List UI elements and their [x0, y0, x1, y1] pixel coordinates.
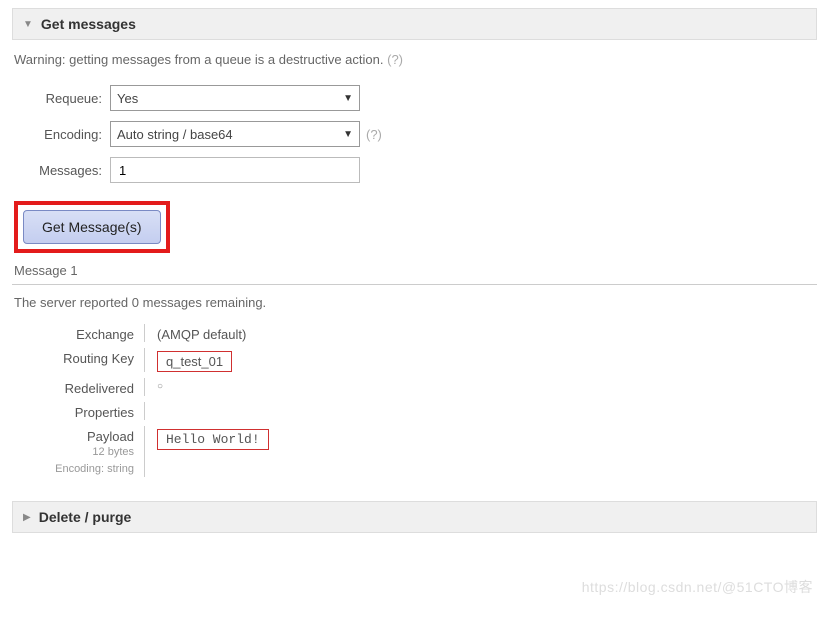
chevron-down-icon: ▼ [23, 19, 33, 30]
properties-row: Properties [34, 402, 817, 420]
highlight-box: q_test_01 [157, 351, 232, 372]
warning-text: Warning: getting messages from a queue i… [14, 52, 817, 67]
highlight-box: Hello World! [157, 429, 269, 450]
payload-size: 12 bytes [34, 444, 144, 461]
messages-row: Messages: [12, 157, 817, 183]
message-header: Message 1 [12, 259, 817, 285]
requeue-value: Yes [117, 91, 138, 106]
requeue-label: Requeue: [12, 91, 110, 106]
chevron-right-icon: ▶ [23, 512, 31, 523]
exchange-value: (AMQP default) [157, 324, 246, 342]
encoding-row: Encoding: Auto string / base64 ▼ (?) [12, 121, 817, 147]
routing-key-label: Routing Key [34, 348, 144, 366]
encoding-select[interactable]: Auto string / base64 ▼ [110, 121, 360, 147]
remaining-text: The server reported 0 messages remaining… [14, 295, 817, 310]
messages-input[interactable] [110, 157, 360, 183]
routing-key-row: Routing Key q_test_01 [34, 348, 817, 372]
payload-encoding: Encoding: string [34, 461, 144, 478]
routing-key-value: q_test_01 [157, 348, 232, 372]
section-title: Delete / purge [39, 509, 132, 525]
delete-purge-section-header[interactable]: ▶ Delete / purge [12, 501, 817, 533]
divider [144, 402, 145, 420]
watermark: https://blog.csdn.net/@51CTO博客 [582, 577, 813, 597]
encoding-value: Auto string / base64 [117, 127, 233, 142]
chevron-down-icon: ▼ [343, 129, 353, 140]
payload-label: Payload [34, 426, 144, 444]
requeue-row: Requeue: Yes ▼ [12, 85, 817, 111]
properties-label: Properties [34, 402, 144, 420]
divider [144, 348, 145, 372]
messages-label: Messages: [12, 163, 110, 178]
divider [144, 426, 145, 477]
exchange-row: Exchange (AMQP default) [34, 324, 817, 342]
redelivered-value: ○ [157, 378, 163, 392]
encoding-label: Encoding: [12, 127, 110, 142]
payload-value: Hello World! [157, 426, 269, 450]
exchange-label: Exchange [34, 324, 144, 342]
message-details: Exchange (AMQP default) Routing Key q_te… [34, 324, 817, 477]
requeue-select[interactable]: Yes ▼ [110, 85, 360, 111]
highlight-box: Get Message(s) [14, 201, 170, 253]
divider [144, 378, 145, 396]
help-icon[interactable]: (?) [366, 127, 382, 142]
help-icon[interactable]: (?) [387, 52, 403, 67]
section-title: Get messages [41, 16, 136, 32]
chevron-down-icon: ▼ [343, 93, 353, 104]
get-messages-section-header[interactable]: ▼ Get messages [12, 8, 817, 40]
warning-message: Warning: getting messages from a queue i… [14, 52, 383, 67]
get-messages-button[interactable]: Get Message(s) [23, 210, 161, 244]
redelivered-row: Redelivered ○ [34, 378, 817, 396]
redelivered-label: Redelivered [34, 378, 144, 396]
payload-row: Payload 12 bytes Encoding: string Hello … [34, 426, 817, 477]
divider [144, 324, 145, 342]
